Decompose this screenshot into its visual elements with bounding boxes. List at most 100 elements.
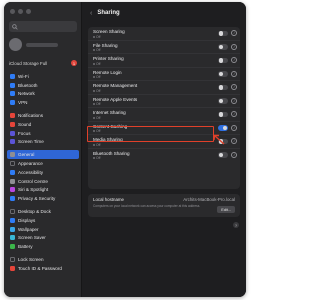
- sidebar-item-control-centre[interactable]: Control Centre: [7, 177, 79, 186]
- sidebar-item-general[interactable]: General: [7, 150, 79, 160]
- sidebar-item-lock-screen[interactable]: Lock Screen: [7, 255, 79, 264]
- sidebar-item-battery[interactable]: Battery: [7, 242, 79, 251]
- sidebar-item-label: Bluetooth: [18, 82, 38, 88]
- service-toggle[interactable]: [218, 71, 228, 77]
- service-status: Off: [96, 102, 101, 107]
- info-icon[interactable]: i: [231, 111, 237, 118]
- hourglass-icon: [10, 139, 15, 145]
- bell-icon: [10, 113, 15, 119]
- sidebar-item-label: Touch ID & Password: [18, 265, 62, 271]
- back-chevron-icon[interactable]: ‹: [90, 10, 92, 17]
- sidebar-item-wi-fi[interactable]: Wi-Fi: [7, 72, 79, 81]
- info-icon[interactable]: i: [231, 124, 237, 131]
- info-icon[interactable]: i: [231, 43, 237, 50]
- info-icon[interactable]: i: [231, 70, 237, 77]
- edit-hostname-button[interactable]: Edit...: [217, 206, 235, 213]
- sidebar-item-wallpaper[interactable]: Wallpaper: [7, 225, 79, 234]
- speaker-icon: [10, 121, 15, 127]
- status-dot-icon: [93, 103, 95, 105]
- sidebar-item-appearance[interactable]: Appearance: [7, 159, 79, 168]
- sidebar-item-touch-id-password[interactable]: Touch ID & Password: [7, 264, 79, 273]
- avatar: [9, 38, 22, 51]
- service-toggle[interactable]: [218, 125, 228, 131]
- service-status: Off: [96, 34, 101, 39]
- service-name: Bluetooth Sharing: [93, 150, 130, 156]
- lock-icon: [10, 257, 15, 263]
- service-status: Off: [96, 156, 101, 161]
- service-toggle[interactable]: [218, 152, 228, 158]
- info-icon[interactable]: i: [231, 84, 237, 91]
- appearance-icon: [10, 161, 15, 167]
- display-icon: [10, 217, 15, 223]
- sidebar-item-vpn[interactable]: VPN: [7, 98, 79, 107]
- search-input[interactable]: [9, 21, 77, 32]
- bluetooth-icon: [10, 82, 15, 88]
- service-row: Remote Login Off i: [88, 68, 240, 81]
- service-status: Off: [96, 142, 101, 147]
- sidebar: iCloud Storage Full 1 Wi-Fi Bluetooth Netw…: [4, 2, 82, 297]
- service-name: Printer Sharing: [93, 56, 124, 62]
- sidebar-item-displays[interactable]: Displays: [7, 216, 79, 225]
- service-status: Off: [96, 48, 101, 53]
- service-name: Remote Management: [93, 83, 138, 89]
- minimize-window-button[interactable]: [18, 9, 23, 14]
- service-toggle[interactable]: [218, 98, 228, 104]
- sidebar-item-label: Displays: [18, 217, 36, 223]
- sidebar-item-label: VPN: [18, 100, 28, 106]
- info-icon[interactable]: i: [231, 138, 237, 145]
- search-icon: [12, 23, 18, 30]
- local-hostname-label: Local hostname: [93, 197, 124, 202]
- service-toggle[interactable]: [218, 44, 228, 50]
- screensaver-icon: [10, 235, 15, 241]
- sidebar-item-sound[interactable]: Sound: [7, 120, 79, 129]
- sidebar-item-siri-spotlight[interactable]: Siri & Spotlight: [7, 186, 79, 195]
- icloud-storage-alert[interactable]: iCloud Storage Full 1: [9, 59, 77, 67]
- sidebar-item-notifications[interactable]: Notifications: [7, 111, 79, 120]
- service-name: Remote Apple Events: [93, 96, 138, 102]
- service-status: Off: [96, 88, 101, 93]
- wifi-icon: [10, 73, 15, 79]
- account-row[interactable]: [9, 38, 58, 51]
- moon-icon: [10, 130, 15, 136]
- sidebar-item-accessibility[interactable]: Accessibility: [7, 168, 79, 177]
- close-window-button[interactable]: [10, 9, 15, 14]
- zoom-window-button[interactable]: [26, 9, 31, 14]
- local-hostname-value: Archits-MacBook-Pro.local: [183, 197, 235, 202]
- local-hostname-description: Computers on your local network can acce…: [93, 204, 201, 208]
- sidebar-item-label: Sound: [18, 121, 32, 127]
- sidebar-item-focus[interactable]: Focus: [7, 129, 79, 138]
- service-toggle[interactable]: [218, 57, 228, 64]
- help-button[interactable]: ?: [233, 222, 239, 228]
- service-name: Remote Login: [93, 69, 122, 75]
- globe-icon: [10, 91, 15, 97]
- status-dot-icon: [93, 35, 95, 38]
- service-row: Bluetooth Sharing Off i: [88, 149, 240, 163]
- sidebar-item-screen-saver[interactable]: Screen Saver: [7, 234, 79, 243]
- sidebar-item-label: Wallpaper: [18, 226, 39, 232]
- sidebar-item-label: Screen Saver: [18, 235, 46, 241]
- service-row: Internet Sharing Off i: [88, 108, 240, 122]
- service-status: Off: [96, 115, 101, 120]
- status-dot-icon: [93, 62, 95, 65]
- service-toggle[interactable]: [218, 111, 228, 118]
- service-row: Screen Sharing Off i: [88, 27, 240, 41]
- sidebar-item-label: Control Centre: [18, 178, 48, 184]
- sidebar-item-label: Battery: [18, 244, 33, 250]
- sidebar-item-label: Wi-Fi: [18, 73, 29, 79]
- settings-window: iCloud Storage Full 1 Wi-Fi Bluetooth Netw…: [4, 2, 246, 297]
- info-icon[interactable]: i: [231, 30, 237, 37]
- sidebar-item-bluetooth[interactable]: Bluetooth: [7, 81, 79, 90]
- sidebar-item-desktop-dock[interactable]: Desktop & Dock: [7, 207, 79, 216]
- sidebar-item-privacy-security[interactable]: Privacy & Security: [7, 194, 79, 203]
- notification-badge: 1: [71, 60, 77, 66]
- service-toggle[interactable]: [218, 84, 228, 91]
- services-group: Screen Sharing Off i File Sharing Off i Printe…: [88, 27, 240, 189]
- info-icon[interactable]: i: [231, 57, 237, 64]
- sidebar-item-network[interactable]: Network: [7, 90, 79, 99]
- service-toggle[interactable]: [218, 30, 228, 37]
- info-icon[interactable]: i: [231, 97, 237, 104]
- info-icon[interactable]: i: [231, 151, 237, 158]
- gear-icon: [10, 152, 15, 158]
- sidebar-item-screen-time[interactable]: Screen Time: [7, 138, 79, 147]
- fingerprint-icon: [10, 265, 15, 271]
